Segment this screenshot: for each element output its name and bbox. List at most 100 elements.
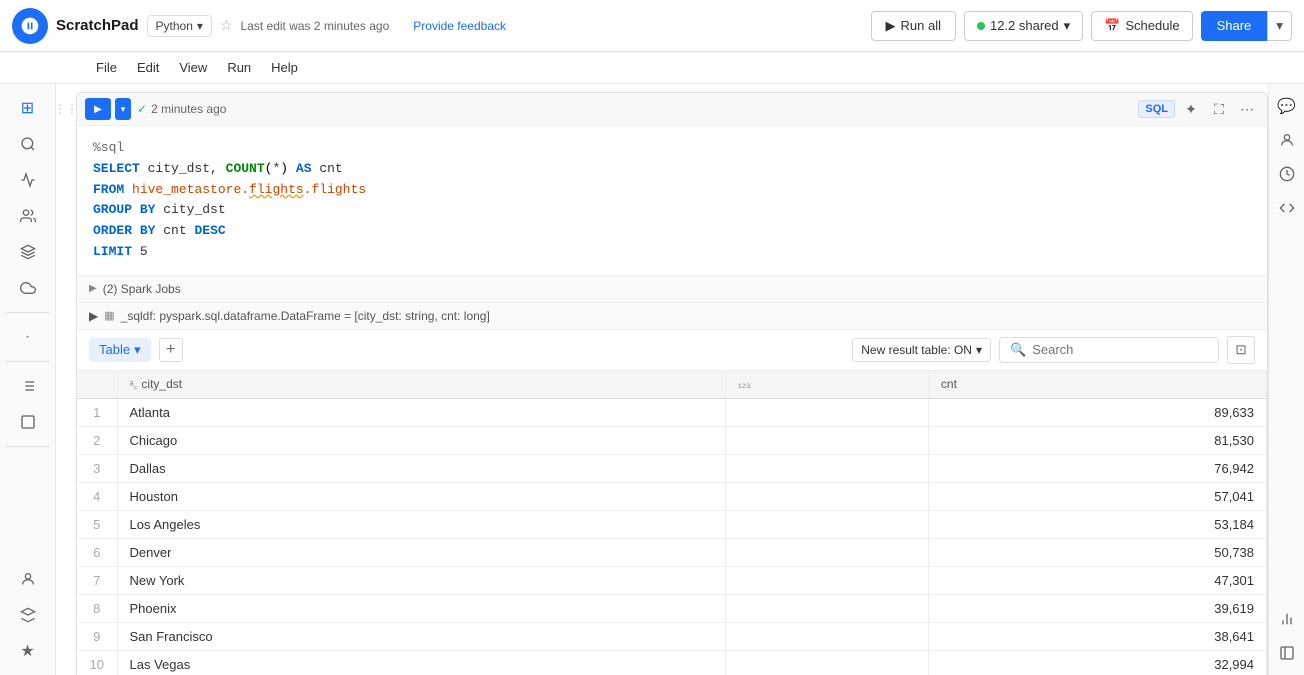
- run-cell-button[interactable]: ▶: [85, 98, 111, 120]
- code-area[interactable]: %sql SELECT city_dst, COUNT(*) AS cnt FR…: [77, 126, 1267, 275]
- row-num: 6: [77, 538, 117, 566]
- expand-cell-button[interactable]: ⛶: [1207, 97, 1231, 121]
- table-row: 3 Dallas 76,942: [77, 454, 1267, 482]
- sidebar-icon-layers[interactable]: [12, 236, 44, 268]
- top-bar: ScratchPad Python ▾ ☆ Last edit was 2 mi…: [0, 0, 1304, 52]
- cell-timestamp: 2 minutes ago: [151, 102, 226, 116]
- row-city: Houston: [117, 482, 726, 510]
- code-line-6: LIMIT 5: [93, 242, 1251, 263]
- table-row: 10 Las Vegas 32,994: [77, 650, 1267, 675]
- main-layout: ⊞ · ★: [0, 84, 1304, 675]
- menu-edit[interactable]: Edit: [129, 56, 167, 79]
- run-cell-dropdown[interactable]: ▾: [115, 98, 131, 120]
- col-header-rownum: [77, 371, 117, 399]
- row-num: 3: [77, 454, 117, 482]
- right-sidebar: 💬: [1268, 84, 1304, 675]
- menu-help[interactable]: Help: [263, 56, 306, 79]
- right-icon-barchart[interactable]: [1273, 605, 1301, 633]
- new-result-toggle[interactable]: New result table: ON ▾: [852, 338, 991, 362]
- sidebar-icon-people[interactable]: [12, 200, 44, 232]
- code-line-3: FROM hive_metastore.flights.flights: [93, 180, 1251, 201]
- table-row: 7 New York 47,301: [77, 566, 1267, 594]
- sparkle-button[interactable]: ✦: [1179, 97, 1203, 121]
- row-cnt: 50,738: [928, 538, 1266, 566]
- right-icon-comment[interactable]: 💬: [1273, 92, 1301, 120]
- sql-badge: SQL: [1138, 100, 1175, 118]
- menu-run[interactable]: Run: [219, 56, 259, 79]
- sidebar-icon-cube[interactable]: [12, 406, 44, 438]
- content-area: ⋮⋮ ▶ ▾ ✓ 2 minutes ago SQL ✦ ⛶ ⋯: [56, 84, 1268, 675]
- cell-wrapper: ⋮⋮ ▶ ▾ ✓ 2 minutes ago SQL ✦ ⛶ ⋯: [56, 92, 1268, 675]
- data-table: ᵃ꜀ city_dst ₁₂₃: [77, 371, 1267, 675]
- cell-toolbar: ▶ ▾ ✓ 2 minutes ago SQL ✦ ⛶ ⋯: [77, 93, 1267, 126]
- status-check-icon: ✓: [137, 102, 147, 116]
- cell-status: ✓ 2 minutes ago: [137, 102, 226, 116]
- star-icon[interactable]: ☆: [220, 17, 233, 34]
- sidebar-icon-dot1[interactable]: ·: [12, 321, 44, 353]
- table-toolbar-right: New result table: ON ▾ 🔍 ⊡: [852, 336, 1255, 364]
- row-sort: [726, 426, 929, 454]
- share-dropdown-button[interactable]: ▾: [1267, 11, 1292, 41]
- row-num: 1: [77, 398, 117, 426]
- right-icon-code[interactable]: [1273, 194, 1301, 222]
- row-cnt: 53,184: [928, 510, 1266, 538]
- feedback-link[interactable]: Provide feedback: [413, 19, 506, 33]
- spark-toggle-arrow: ▶: [89, 283, 97, 294]
- col-header-city[interactable]: ᵃ꜀ city_dst: [117, 371, 726, 399]
- sidebar-icon-chart[interactable]: [12, 164, 44, 196]
- sidebar-divider-3: [6, 446, 50, 447]
- share-group: Share ▾: [1201, 11, 1292, 41]
- cell-toolbar-right: SQL ✦ ⛶ ⋯: [1138, 97, 1259, 121]
- right-icon-history[interactable]: [1273, 160, 1301, 188]
- run-all-button[interactable]: ▶ Run all: [871, 11, 956, 41]
- row-sort: [726, 538, 929, 566]
- row-num: 8: [77, 594, 117, 622]
- right-icon-expand[interactable]: [1273, 639, 1301, 667]
- row-cnt: 32,994: [928, 650, 1266, 675]
- row-cnt: 76,942: [928, 454, 1266, 482]
- table-body: 1 Atlanta 89,633 2 Chicago 81,530 3 Dall…: [77, 398, 1267, 675]
- sidebar-icon-cloud[interactable]: [12, 272, 44, 304]
- table-row: 6 Denver 50,738: [77, 538, 1267, 566]
- table-tab-button[interactable]: Table ▾: [89, 338, 151, 362]
- menu-view[interactable]: View: [171, 56, 215, 79]
- expand-table-button[interactable]: ⊡: [1227, 336, 1255, 364]
- shared-button[interactable]: 12.2 shared ▾: [964, 11, 1083, 41]
- table-section: Table ▾ + New result table: ON ▾ 🔍: [77, 329, 1267, 675]
- app-logo[interactable]: [12, 8, 48, 44]
- code-line-2: SELECT city_dst, COUNT(*) AS cnt: [93, 159, 1251, 180]
- top-bar-actions: ▶ Run all 12.2 shared ▾ 📅 Schedule Share…: [871, 11, 1292, 41]
- sidebar-icon-layers2[interactable]: [12, 599, 44, 631]
- row-city: Chicago: [117, 426, 726, 454]
- left-sidebar: ⊞ · ★: [0, 84, 56, 675]
- spark-jobs-row[interactable]: ▶ (2) Spark Jobs: [77, 275, 1267, 302]
- sidebar-icon-person[interactable]: [12, 563, 44, 595]
- add-tab-button[interactable]: +: [159, 338, 183, 362]
- col-header-cnt[interactable]: cnt: [928, 371, 1266, 399]
- sqldf-row[interactable]: ▶ ▦ _sqldf: pyspark.sql.dataframe.DataFr…: [77, 302, 1267, 329]
- kernel-selector[interactable]: Python ▾: [147, 15, 212, 37]
- search-input[interactable]: [1032, 342, 1208, 357]
- row-sort: [726, 650, 929, 675]
- edit-time: Last edit was 2 minutes ago: [241, 19, 390, 33]
- sidebar-icon-home[interactable]: ⊞: [12, 92, 44, 124]
- schedule-button[interactable]: 📅 Schedule: [1091, 11, 1192, 41]
- menu-file[interactable]: File: [88, 56, 125, 79]
- sidebar-icon-list[interactable]: [12, 370, 44, 402]
- row-cnt: 38,641: [928, 622, 1266, 650]
- table-tab-label: Table: [99, 342, 130, 357]
- row-cnt: 57,041: [928, 482, 1266, 510]
- row-sort: [726, 622, 929, 650]
- row-num: 10: [77, 650, 117, 675]
- share-button[interactable]: Share: [1201, 11, 1268, 41]
- sidebar-icon-search[interactable]: [12, 128, 44, 160]
- cell-drag-handle[interactable]: ⋮⋮: [56, 92, 76, 675]
- search-icon: 🔍: [1010, 342, 1026, 358]
- search-box[interactable]: 🔍: [999, 337, 1219, 363]
- right-icon-person[interactable]: [1273, 126, 1301, 154]
- sidebar-icon-star2[interactable]: ★: [12, 635, 44, 667]
- table-row: 8 Phoenix 39,619: [77, 594, 1267, 622]
- cell-menu-button[interactable]: ⋯: [1235, 97, 1259, 121]
- row-cnt: 89,633: [928, 398, 1266, 426]
- col-header-sort[interactable]: ₁₂₃: [726, 371, 929, 399]
